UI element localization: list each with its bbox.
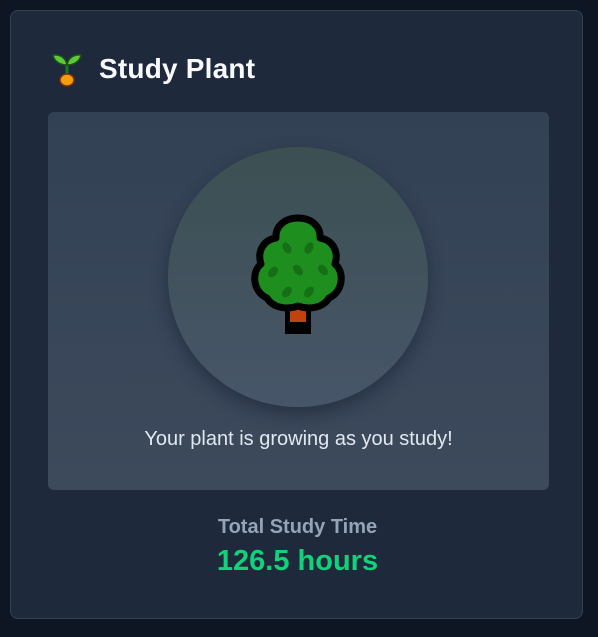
study-time-stats: Total Study Time 126.5 hours [11,516,584,578]
card-title: Study Plant [99,53,256,84]
seedling-icon [51,51,83,87]
tree-icon [243,212,353,343]
plant-circle [168,147,428,407]
plant-caption: Your plant is growing as you study! [144,428,453,450]
study-plant-card: Study Plant Your plant is growing as you… [10,10,583,619]
study-time-value: 126.5 hours [216,545,379,577]
card-header: Study Plant [51,49,255,89]
plant-panel: Your plant is growing as you study! [48,112,549,490]
study-time-label: Total Study Time [217,516,378,538]
